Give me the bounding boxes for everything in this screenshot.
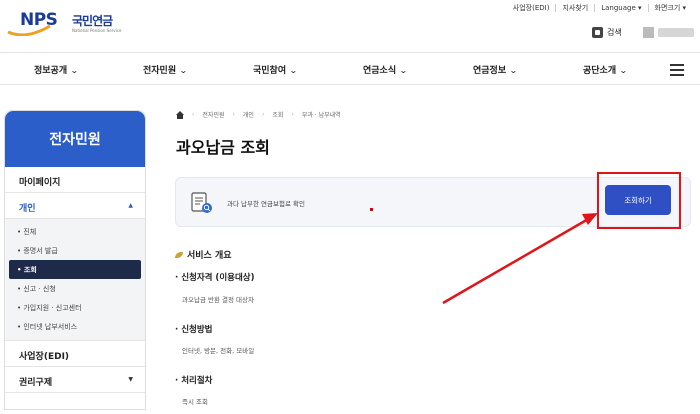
sidebar-item-label: 권리구제 — [19, 378, 53, 388]
search-button[interactable]: 검색 — [592, 27, 622, 38]
chevron-right-icon: › — [192, 111, 195, 118]
sidebar-subitem-internet-payment[interactable]: • 인터넷 납부서비스 — [9, 317, 141, 336]
annotation-highlight-box — [597, 172, 681, 229]
sidebar-subitem-inquiry[interactable]: • 조회 — [9, 260, 141, 279]
nav-item-eservice[interactable]: 전자민원 ⌄ — [143, 63, 188, 76]
sidebar-subitem-certificate[interactable]: • 증명서 발급 — [9, 241, 141, 260]
chevron-down-icon: ⌄ — [619, 66, 628, 75]
nav-item-participation[interactable]: 국민참여 ⌄ — [253, 63, 298, 76]
breadcrumb-item[interactable]: 부과 · 납부내역 — [302, 110, 341, 119]
triangle-down-icon: ▼ — [128, 376, 133, 383]
sidebar-title: 전자민원 — [5, 111, 145, 167]
util-link-edi[interactable]: 사업장(EDI) — [507, 4, 556, 12]
document-search-icon — [191, 192, 212, 213]
page-title: 과오납금 조회 — [176, 138, 270, 157]
eligibility-desc: 과오납금 반환 결정 대상자 — [182, 296, 254, 304]
chevron-down-icon: ⌄ — [509, 66, 518, 75]
util-link-screen-size[interactable]: 화면크기 ▾ — [647, 4, 693, 12]
breadcrumb-item[interactable]: 조회 — [272, 110, 283, 119]
sidebar-subitem-support[interactable]: • 가입지원 · 신고센터 — [9, 298, 141, 317]
nav-item-info[interactable]: 정보공개 ⌄ — [34, 63, 79, 76]
user-name-redacted — [658, 28, 694, 37]
menu-icon[interactable] — [670, 64, 684, 76]
sidebar-item-label: 개인 — [19, 204, 36, 214]
sidebar-submenu: • 진체 • 증명서 발급 • 조회 • 신고 · 신청 • 가입지원 · 신고… — [5, 219, 145, 341]
chevron-down-icon: ⌄ — [289, 66, 298, 75]
logo-text: NPS — [20, 10, 58, 30]
main-navigation: 정보공개 ⌄ 전자민원 ⌄ 국민참여 ⌄ 연금소식 ⌄ 연금정보 ⌄ 공단소개 ⌄ — [0, 52, 700, 85]
procedure-title: · 처리절차 — [175, 376, 213, 386]
util-link-branch[interactable]: 지사찾기 — [555, 4, 594, 12]
sidebar-item-rights[interactable]: 권리구제 ▼ — [5, 367, 145, 393]
nav-item-news[interactable]: 연금소식 ⌄ — [363, 63, 408, 76]
notice-text: 과다 납부한 연금보험료 확인 — [227, 200, 305, 208]
leaf-icon — [175, 251, 183, 258]
eligibility-title: · 신청자격 (이용대상) — [175, 273, 255, 283]
overview-title-text: 서비스 개요 — [187, 251, 232, 261]
user-icon — [643, 27, 654, 38]
utility-links: 사업장(EDI) 지사찾기 Language ▾ 화면크기 ▾ — [507, 4, 692, 12]
overview-title: 서비스 개요 — [175, 248, 232, 261]
method-title: · 신청방법 — [175, 325, 213, 335]
user-info-blurred[interactable] — [643, 27, 694, 38]
home-icon[interactable] — [176, 110, 184, 119]
sidebar-item-personal[interactable]: 개인 ▲ — [5, 193, 145, 219]
breadcrumb-item[interactable]: 개인 — [243, 110, 254, 119]
chevron-down-icon: ⌄ — [399, 66, 408, 75]
chevron-right-icon: › — [291, 111, 294, 118]
procedure-desc: 즉시 조회 — [182, 398, 208, 406]
search-icon — [592, 27, 603, 38]
cursor-dot — [370, 208, 373, 211]
sidebar-subitem-transfer[interactable]: • 진체 — [9, 222, 141, 241]
chevron-right-icon: › — [261, 111, 265, 118]
logo-subtitle: National Pension Service — [72, 28, 122, 33]
sidebar-item-mypage[interactable]: 마이페이지 — [5, 167, 145, 193]
method-desc: 인터넷, 방문, 전화, 모바일 — [182, 347, 255, 355]
nps-logo[interactable]: NPS 국민연금 National Pension Service — [6, 6, 121, 38]
util-link-language[interactable]: Language ▾ — [594, 4, 647, 12]
triangle-up-icon: ▲ — [128, 202, 133, 209]
nav-item-pension-info[interactable]: 연금정보 ⌄ — [473, 63, 518, 76]
nav-item-about[interactable]: 공단소개 ⌄ — [583, 63, 628, 76]
search-label: 검색 — [607, 28, 622, 37]
logo-name: 국민연금 — [72, 14, 113, 28]
chevron-down-icon: ⌄ — [70, 66, 79, 75]
breadcrumb-item[interactable]: 전자민원 — [202, 110, 224, 119]
chevron-right-icon: › — [232, 111, 235, 118]
chevron-down-icon: ⌄ — [179, 66, 188, 75]
sidebar-item-business[interactable]: 사업장(EDI) — [5, 341, 145, 367]
sidebar: 전자민원 마이페이지 개인 ▲ • 진체 • 증명서 발급 • 조회 • 신고 … — [4, 110, 146, 410]
sidebar-subitem-report[interactable]: • 신고 · 신청 — [9, 279, 141, 298]
breadcrumb: › 전자민원 › 개인 › 조회 › 부과 · 납부내역 — [176, 110, 341, 119]
